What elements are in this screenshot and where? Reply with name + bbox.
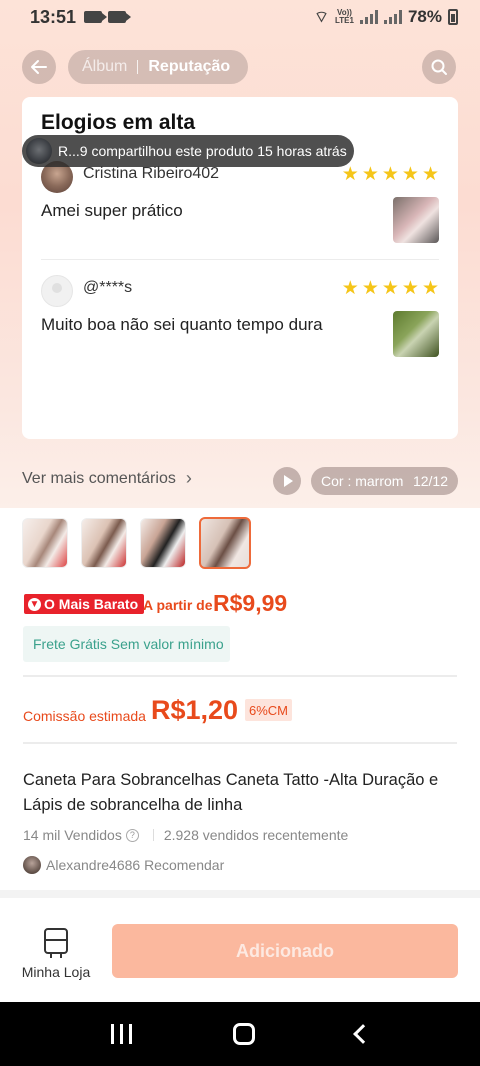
star-icon: ★ — [381, 164, 399, 185]
commission-label: Comissão estimada — [23, 708, 146, 724]
review-photo[interactable] — [393, 311, 439, 357]
recommender-text: Alexandre4686 Recomendar — [46, 857, 225, 873]
review-item[interactable]: Cristina Ribeiro402 ★ ★ ★ ★ ★ Amei super… — [41, 159, 439, 259]
help-icon[interactable]: ? — [125, 828, 139, 842]
back-button[interactable] — [22, 50, 56, 84]
avatar — [41, 275, 73, 307]
divider — [23, 742, 457, 744]
total-sold: 14 mil Vendidos — [23, 827, 122, 843]
see-more-reviews-link[interactable]: Ver mais comentários › — [22, 468, 192, 489]
share-notification-text: R...9 compartilhou este produto 15 horas… — [58, 143, 347, 159]
reviewer-name: Cristina Ribeiro402 — [83, 165, 220, 182]
star-icon: ★ — [401, 164, 419, 185]
share-notification-toast: R...9 compartilhou este produto 15 horas… — [22, 135, 354, 167]
added-button[interactable]: Adicionado — [112, 924, 458, 978]
variant-thumbnail[interactable] — [22, 518, 68, 568]
lte-icon: Vo)) LTE1 — [335, 9, 354, 25]
variant-thumbnail-selected[interactable] — [199, 517, 251, 569]
star-icon: ★ — [341, 164, 359, 185]
media-tab-switcher: Álbum Reputação — [68, 50, 248, 84]
sales-info: 14 mil Vendidos ? 2.928 vendidos recente… — [23, 827, 348, 843]
variant-thumbnail[interactable] — [140, 518, 186, 568]
cheapest-badge: ▼ O Mais Barato — [24, 594, 145, 614]
review-divider — [41, 259, 439, 260]
star-icon: ★ — [421, 278, 439, 299]
image-counter: 12/12 — [412, 473, 448, 489]
battery-percentage: 78% — [407, 7, 442, 26]
search-button[interactable] — [422, 50, 456, 84]
review-item[interactable]: @****s ★ ★ ★ ★ ★ Muito boa não sei quant… — [41, 273, 439, 383]
variant-thumbnails — [22, 517, 251, 569]
search-icon — [431, 59, 447, 75]
status-right: ⌔ Vo)) LTE1 78% — [314, 7, 458, 27]
see-more-label: Ver mais comentários — [22, 469, 176, 487]
review-text: Amei super prático — [41, 201, 183, 220]
status-time: 13:51 — [30, 6, 77, 27]
commission-value: R$1,20 — [151, 695, 239, 725]
recent-sold: 2.928 vendidos recentemente — [163, 827, 349, 843]
system-navigation-bar — [0, 1002, 480, 1066]
color-label: Cor : marrom — [321, 473, 404, 489]
tab-divider — [137, 60, 139, 74]
avatar — [26, 138, 52, 164]
wifi-icon: ⌔ — [313, 9, 329, 26]
back-nav-button[interactable] — [352, 1024, 373, 1044]
store-icon — [44, 928, 68, 958]
arrow-down-icon: ▼ — [28, 597, 41, 611]
star-rating: ★ ★ ★ ★ ★ — [342, 279, 439, 298]
chevron-right-icon: › — [185, 468, 192, 488]
signal-icon — [383, 10, 402, 24]
avatar — [23, 856, 41, 874]
status-notification-icons — [84, 11, 132, 23]
review-text: Muito boa não sei quanto tempo dura — [41, 315, 323, 334]
play-video-button[interactable] — [273, 467, 301, 495]
star-rating: ★ ★ ★ ★ ★ — [342, 165, 439, 184]
my-store-button[interactable]: Minha Loja — [18, 928, 94, 980]
video-camera-icon — [84, 11, 108, 23]
tab-album[interactable]: Álbum — [82, 58, 127, 76]
battery-icon — [448, 9, 458, 25]
price-value: R$9,99 — [213, 590, 288, 616]
review-photo[interactable] — [393, 197, 439, 243]
reviews-title: Elogios em alta — [41, 111, 196, 134]
recents-button[interactable] — [110, 1024, 132, 1044]
signal-icon — [359, 10, 378, 24]
divider — [23, 675, 457, 677]
lte-label-bottom: LTE1 — [335, 16, 354, 25]
divider — [152, 829, 154, 841]
cheapest-badge-label: O Mais Barato — [44, 596, 139, 612]
star-icon: ★ — [361, 164, 379, 185]
my-store-label: Minha Loja — [21, 964, 91, 980]
star-icon: ★ — [381, 278, 399, 299]
color-indicator: Cor : marrom 12/12 — [311, 467, 458, 495]
price-from-label: A partir de — [143, 597, 213, 613]
tab-reputation[interactable]: Reputação — [148, 58, 230, 76]
home-button[interactable] — [232, 1023, 255, 1045]
commission-rate-badge: 6%CM — [245, 699, 293, 721]
star-icon: ★ — [421, 164, 439, 185]
video-camera-icon — [108, 11, 132, 23]
star-icon: ★ — [401, 278, 419, 299]
variant-thumbnail[interactable] — [81, 518, 127, 568]
star-icon: ★ — [361, 278, 379, 299]
reviewer-name: @****s — [83, 279, 133, 296]
arrow-left-icon — [31, 60, 47, 74]
status-bar: 13:51 ⌔ Vo)) LTE1 78% — [0, 0, 480, 34]
product-title: Caneta Para Sobrancelhas Caneta Tatto -A… — [23, 771, 439, 814]
recommender-row[interactable]: Alexandre4686 Recomendar — [23, 856, 224, 874]
section-separator — [0, 890, 480, 898]
free-shipping-tag: Frete Grátis Sem valor mínimo — [23, 626, 230, 662]
star-icon: ★ — [341, 278, 359, 299]
